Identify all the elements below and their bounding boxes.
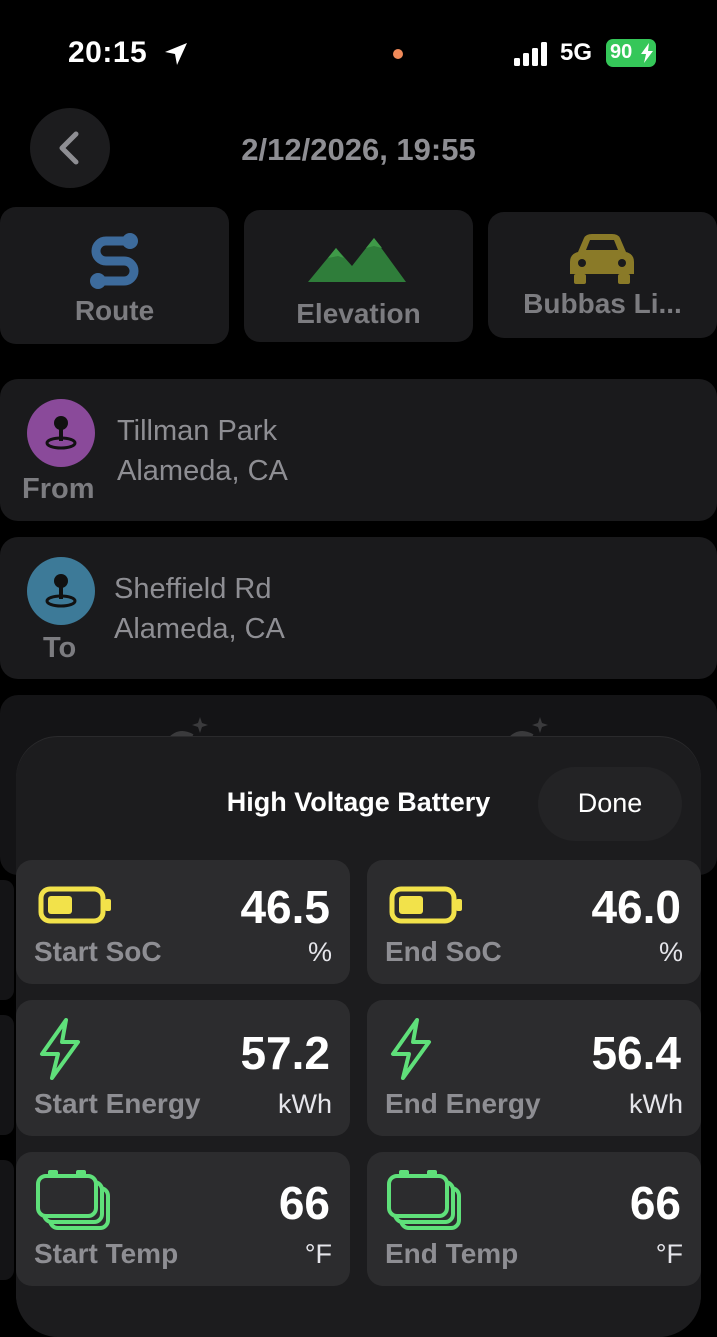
start-temp-cell: 66 Start Temp °F [16, 1152, 350, 1286]
start-soc-caption: Start SoC [34, 936, 162, 967]
done-button[interactable]: Done [538, 767, 682, 841]
end-soc-value: 46.0 [591, 881, 681, 933]
battery-level: 90 [610, 41, 633, 63]
vehicle-label: Bubbas Li... [523, 288, 682, 319]
bolt-icon [40, 1018, 80, 1080]
location-arrow-icon [165, 43, 187, 65]
end-soc-unit: % [658, 937, 683, 967]
start-energy-value: 57.2 [240, 1027, 330, 1079]
end-temp-value: 66 [629, 1177, 681, 1229]
map-pin-icon [45, 416, 77, 450]
vehicle-tile[interactable]: Bubbas Li... [488, 212, 717, 338]
recording-indicator [393, 49, 403, 59]
from-pin [27, 399, 95, 467]
mountain-icon [308, 238, 406, 282]
signal-icon [514, 42, 547, 66]
route-icon [90, 233, 139, 289]
battery-indicator: 90 [606, 39, 656, 67]
start-temp-unit: °F [304, 1239, 332, 1269]
end-temp-caption: End Temp [385, 1238, 519, 1269]
end-energy-cell: 56.4 End Energy kWh [367, 1000, 701, 1136]
start-energy-caption: Start Energy [34, 1088, 201, 1119]
to-place: Sheffield Rd [114, 573, 272, 605]
to-label: To [43, 632, 77, 664]
battery-stack-icon [36, 1170, 110, 1230]
battery-stack-icon [387, 1170, 461, 1230]
map-pin-icon [45, 574, 77, 608]
from-location-card[interactable]: From Tillman Park Alameda, CA [0, 379, 717, 521]
end-energy-caption: End Energy [385, 1088, 541, 1119]
network-type: 5G [560, 39, 593, 66]
status-time: 20:15 [68, 36, 148, 69]
end-energy-value: 56.4 [591, 1027, 681, 1079]
start-temp-caption: Start Temp [34, 1238, 179, 1269]
battery-icon [389, 886, 462, 924]
end-temp-cell: 66 End Temp °F [367, 1152, 701, 1286]
start-energy-unit: kWh [278, 1089, 332, 1119]
hidden-card-edge [0, 880, 14, 1000]
elevation-label: Elevation [296, 298, 421, 329]
elevation-tile[interactable]: Elevation [244, 210, 473, 342]
bolt-icon [391, 1018, 431, 1080]
hidden-card-edge [0, 1015, 14, 1135]
to-city: Alameda, CA [114, 613, 285, 645]
start-temp-value: 66 [278, 1177, 330, 1229]
done-label: Done [577, 788, 643, 818]
from-city: Alameda, CA [117, 455, 288, 487]
end-soc-caption: End SoC [385, 936, 502, 967]
start-soc-unit: % [307, 937, 332, 967]
to-pin [27, 557, 95, 625]
from-label: From [22, 473, 95, 505]
end-soc-cell: 46.0 End SoC % [367, 860, 701, 984]
charging-icon [641, 43, 653, 63]
start-soc-value: 46.5 [240, 881, 330, 933]
end-temp-unit: °F [655, 1239, 683, 1269]
end-energy-unit: kWh [629, 1089, 683, 1119]
start-soc-cell: 46.5 Start SoC % [16, 860, 350, 984]
route-label: Route [74, 295, 155, 326]
from-place: Tillman Park [117, 415, 278, 447]
page-title: 2/12/2026, 19:55 [241, 132, 476, 167]
route-tile[interactable]: Route [0, 207, 229, 344]
to-location-card[interactable]: To Sheffield Rd Alameda, CA [0, 537, 717, 679]
car-icon [570, 234, 634, 284]
battery-icon [38, 886, 111, 924]
start-energy-cell: 57.2 Start Energy kWh [16, 1000, 350, 1136]
hidden-card-edge [0, 1160, 14, 1280]
